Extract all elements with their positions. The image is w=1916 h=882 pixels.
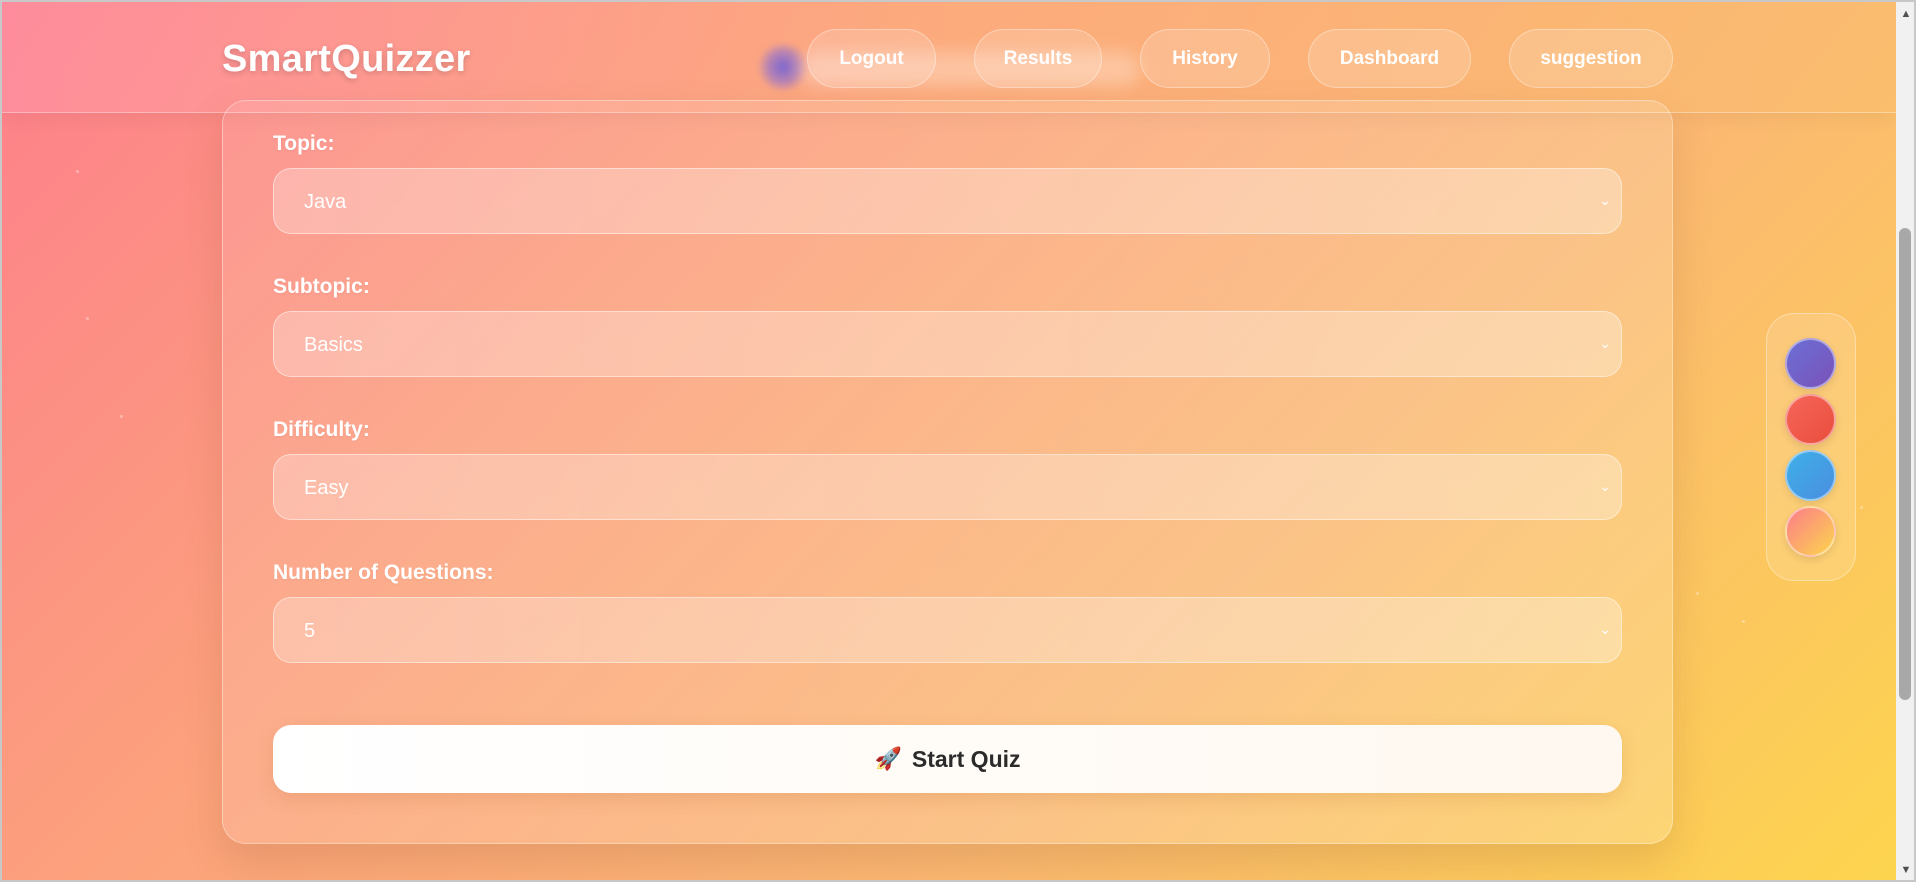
chevron-down-icon: ⌄ — [1599, 478, 1611, 494]
background-speck — [86, 317, 89, 320]
rocket-icon: 🚀 — [874, 746, 902, 771]
chevron-down-icon: ⌄ — [1599, 192, 1611, 208]
difficulty-select[interactable]: Easy ⌄ — [273, 454, 1622, 520]
topic-value: Java — [304, 191, 347, 213]
dashboard-button[interactable]: Dashboard — [1308, 29, 1471, 88]
top-nav-bar: SmartQuizzer Logout Results History Dash… — [0, 0, 1896, 113]
num-questions-value: 5 — [304, 620, 316, 642]
start-quiz-label: Start Quiz — [911, 745, 1021, 772]
subtopic-value: Basics — [304, 334, 363, 356]
subtopic-label: Subtopic: — [273, 275, 370, 298]
num-questions-select[interactable]: 5 ⌄ — [273, 597, 1622, 663]
background-speck — [1742, 620, 1745, 623]
num-questions-label: Number of Questions: — [273, 561, 494, 584]
subtopic-select[interactable]: Basics ⌄ — [273, 311, 1622, 377]
scrollbar-thumb[interactable] — [1899, 228, 1911, 700]
scroll-down-arrow-icon[interactable]: ▼ — [1898, 862, 1914, 878]
history-button[interactable]: History — [1140, 29, 1270, 88]
background-speck — [1696, 592, 1699, 595]
topic-label: Topic: — [273, 132, 335, 155]
chevron-down-icon: ⌄ — [1599, 335, 1611, 351]
topic-select[interactable]: Java ⌄ — [273, 168, 1622, 234]
logout-button[interactable]: Logout — [807, 29, 936, 88]
scroll-up-arrow-icon[interactable]: ▲ — [1898, 6, 1914, 22]
chevron-down-icon: ⌄ — [1599, 621, 1611, 637]
difficulty-label: Difficulty: — [273, 418, 370, 441]
brand-logo[interactable]: SmartQuizzer — [222, 38, 471, 81]
theme-swatch-sunset[interactable] — [1785, 506, 1836, 557]
theme-swatch-blue[interactable] — [1785, 450, 1836, 501]
theme-swatch-purple[interactable] — [1785, 338, 1836, 389]
background-speck — [1860, 506, 1863, 509]
background-speck — [120, 415, 123, 418]
results-button[interactable]: Results — [974, 29, 1102, 88]
difficulty-value: Easy — [304, 477, 349, 499]
suggestion-button[interactable]: suggestion — [1509, 29, 1673, 88]
background-speck — [76, 170, 79, 173]
theme-swatch-red[interactable] — [1785, 394, 1836, 445]
start-quiz-button[interactable]: 🚀 Start Quiz — [273, 725, 1622, 793]
